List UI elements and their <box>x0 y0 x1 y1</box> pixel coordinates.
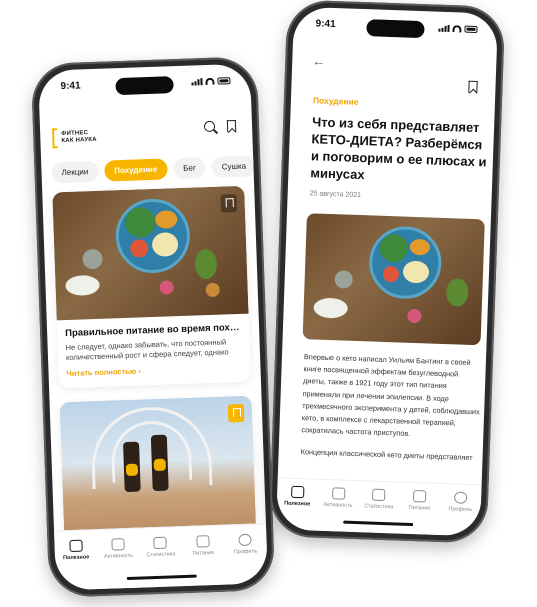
article-card[interactable]: Топ 10 упражнений для похудения <box>59 395 257 541</box>
logo-line-1: ФИТНЕС <box>61 130 89 138</box>
stats-icon <box>372 488 386 502</box>
header-actions <box>203 119 237 133</box>
phone-article-screen: 9:41 ← Похудение Что из себя представляе… <box>268 0 506 544</box>
wifi-icon <box>205 77 215 86</box>
home-icon <box>69 539 83 553</box>
tab-profile[interactable]: Профиль <box>439 491 481 536</box>
status-icons <box>438 24 478 34</box>
chip-cutting[interactable]: Сушка <box>211 155 257 178</box>
profile-icon <box>454 491 468 504</box>
food-icon <box>196 535 210 548</box>
tab-stats[interactable]: Статистика <box>358 488 400 533</box>
back-arrow-icon[interactable]: ← <box>312 53 326 68</box>
home-icon <box>290 485 305 499</box>
bookmark-icon[interactable] <box>468 80 478 94</box>
food-icon <box>413 490 427 503</box>
tab-food[interactable]: Питание <box>399 490 441 535</box>
chip-running[interactable]: Бег <box>172 157 207 180</box>
wifi-icon <box>452 25 462 33</box>
category-chips: Лекции Похудение Бег Сушка <box>51 155 257 184</box>
status-time: 9:41 <box>60 80 81 93</box>
battery-icon <box>464 25 478 34</box>
status-time: 9:41 <box>315 18 336 31</box>
logo-line-2: КАК НАУКА <box>61 136 97 145</box>
chip-lectures[interactable]: Лекции <box>51 160 99 184</box>
card-bookmark-icon[interactable] <box>220 194 238 213</box>
bookmark-icon[interactable] <box>226 119 237 133</box>
app-logo: ФИТНЕС КАК НАУКА <box>52 127 97 149</box>
tab-activity[interactable]: Активность <box>98 538 140 589</box>
status-icons <box>191 77 231 86</box>
stats-icon <box>153 536 168 550</box>
battery-icon <box>217 77 231 85</box>
tab-bar: Полезное Активность Статистика Питание П… <box>54 523 269 591</box>
article-paragraph: Концепция классической кето диеты предст… <box>300 447 473 463</box>
phone-home-screen: 9:41 ФИТНЕС КАК НАУКА Лекции Похудение Б… <box>30 56 276 598</box>
signal-icon <box>191 78 203 86</box>
article-screen: 9:41 ← Похудение Что из себя представляе… <box>275 6 499 537</box>
tab-activity[interactable]: Активность <box>317 487 359 532</box>
activity-icon <box>111 538 125 551</box>
search-icon[interactable] <box>203 120 216 133</box>
profile-icon <box>238 533 252 547</box>
article-date: 25 августа 2021 <box>309 190 362 200</box>
tab-stats[interactable]: Статистика <box>140 536 182 587</box>
chip-weight-loss[interactable]: Похудение <box>103 158 168 182</box>
tab-food[interactable]: Питание <box>183 535 225 586</box>
food-photo <box>52 185 249 321</box>
article-title: Что из себя представляет КЕТО-ДИЕТА? Раз… <box>310 114 487 183</box>
activity-icon <box>331 487 346 500</box>
tab-useful[interactable]: Полезное <box>276 485 318 530</box>
home-screen: 9:41 ФИТНЕС КАК НАУКА Лекции Похудение Б… <box>37 63 269 591</box>
article-card[interactable]: Правильное питание во время поху... Не с… <box>52 185 251 389</box>
tab-useful[interactable]: Полезное <box>56 539 98 590</box>
article-body: Впервые о кето написал Уильям Бантинг в … <box>300 351 482 475</box>
card-bookmark-icon-active[interactable] <box>227 403 245 423</box>
article-paragraph: Впервые о кето написал Уильям Бантинг в … <box>301 352 480 439</box>
signal-icon <box>438 24 450 33</box>
article-photo <box>302 213 485 346</box>
article-category: Похудение <box>312 95 359 107</box>
logo-mark <box>52 128 58 149</box>
tab-bar: Полезное Активность Статистика Питание П… <box>275 477 482 537</box>
tab-profile[interactable]: Профиль <box>225 533 267 584</box>
